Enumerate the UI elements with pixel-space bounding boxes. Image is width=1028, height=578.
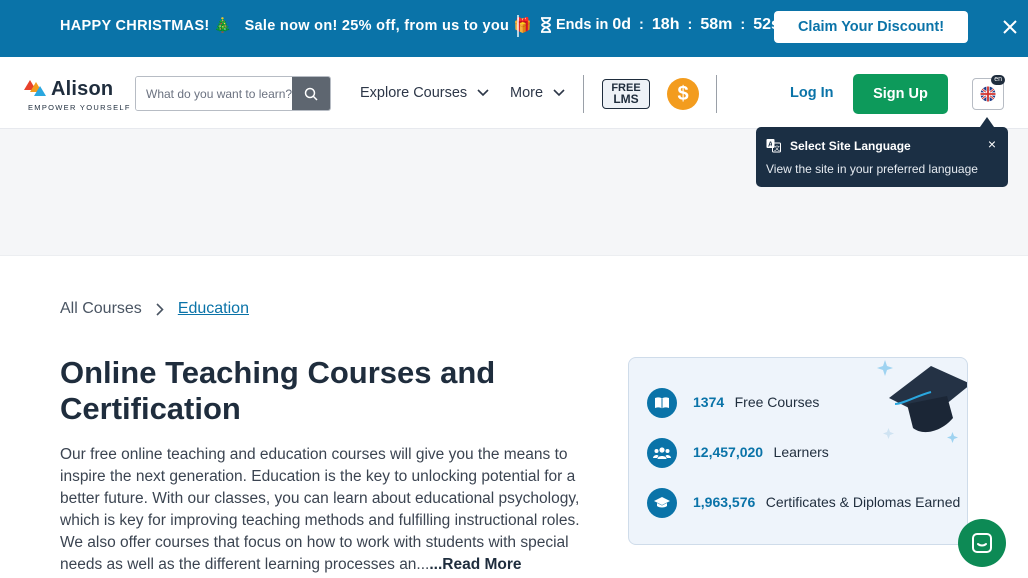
translate-icon: A 文 (766, 139, 781, 153)
search-button[interactable] (292, 77, 330, 110)
stat-certificates: 1,963,576 Certificates & Diplomas Earned (647, 488, 960, 518)
close-icon[interactable]: × (988, 136, 996, 152)
promo-message: HAPPY CHRISTMAS! 🎄 Sale now on! 25% off,… (60, 17, 532, 34)
stat-label: Learners (773, 444, 829, 460)
language-selector-button[interactable]: en (972, 75, 1005, 110)
logo-tagline: EMPOWER YOURSELF (28, 103, 131, 112)
stats-card: 1374 Free Courses 12,457,020 Learners 1,… (628, 357, 968, 545)
dollar-coin-icon[interactable]: $ (667, 78, 699, 110)
promo-sale-text: Sale now on! 25% off, from us to you 🎁 (244, 18, 532, 34)
explore-courses-menu[interactable]: Explore Courses (360, 85, 489, 101)
stat-value: 12,457,020 (693, 444, 764, 460)
free-lms-button[interactable]: FREE LMS (602, 79, 650, 109)
search-bar (135, 76, 331, 111)
stat-free-courses: 1374 Free Courses (647, 388, 819, 418)
stat-value: 1374 (693, 394, 725, 410)
read-more-link[interactable]: ...Read More (429, 556, 521, 573)
language-badge: en (991, 75, 1005, 85)
book-icon (647, 388, 677, 418)
description-text: Our free online teaching and education c… (60, 446, 580, 573)
breadcrumb-all-courses[interactable]: All Courses (60, 300, 142, 318)
chevron-down-icon (553, 89, 565, 97)
free-lms-line2: LMS (613, 92, 639, 106)
graduation-cap-illustration (877, 360, 967, 443)
language-tooltip-title: Select Site Language (790, 139, 911, 153)
logo-mark-icon (24, 80, 46, 96)
hourglass-icon (541, 17, 551, 33)
stat-label: Certificates & Diplomas Earned (765, 494, 961, 510)
search-input[interactable] (136, 77, 294, 110)
chat-launcher-button[interactable] (958, 519, 1006, 567)
chat-icon (972, 533, 992, 553)
chevron-right-icon (156, 302, 164, 316)
stat-label: Free Courses (734, 394, 820, 410)
timer-prefix: Ends in (556, 17, 609, 33)
promo-divider (517, 15, 519, 37)
close-icon[interactable] (1001, 18, 1019, 36)
breadcrumb: All Courses Education (60, 300, 249, 318)
category-description: Our free online teaching and education c… (60, 444, 605, 576)
signup-button[interactable]: Sign Up (853, 74, 948, 114)
claim-discount-button[interactable]: Claim Your Discount! (774, 11, 968, 43)
uk-flag-icon (980, 86, 996, 102)
promo-holiday-text: HAPPY CHRISTMAS! 🎄 (60, 18, 233, 34)
breadcrumb-education[interactable]: Education (178, 300, 249, 318)
nav-divider (583, 75, 584, 113)
timer-days: 0d (612, 16, 632, 33)
countdown-timer: Ends in 0d: 18h: 58m: 52s (540, 16, 780, 34)
svg-text:文: 文 (774, 145, 780, 153)
stat-value: 1,963,576 (693, 494, 756, 510)
logo-name: Alison (51, 78, 114, 100)
nav-divider (716, 75, 717, 113)
more-menu[interactable]: More (510, 85, 565, 101)
stat-learners: 12,457,020 Learners (647, 438, 829, 468)
timer-minutes: 58m (700, 16, 733, 33)
graduation-cap-icon (647, 488, 677, 518)
explore-courses-label: Explore Courses (360, 85, 468, 101)
promo-banner: HAPPY CHRISTMAS! 🎄 Sale now on! 25% off,… (0, 0, 1028, 57)
language-tooltip-subtitle: View the site in your preferred language (766, 162, 978, 176)
chevron-down-icon (477, 89, 489, 97)
login-link[interactable]: Log In (790, 85, 834, 101)
timer-hours: 18h (651, 16, 680, 33)
more-label: More (510, 85, 544, 101)
page-title: Online Teaching Courses and Certificatio… (60, 355, 496, 426)
language-tooltip: A 文 Select Site Language View the site i… (756, 117, 1008, 187)
search-icon (304, 87, 318, 101)
alison-logo[interactable]: Alison EMPOWER YOURSELF (24, 78, 129, 112)
site-header: Alison EMPOWER YOURSELF Explore Courses … (0, 57, 1028, 129)
users-icon (647, 438, 677, 468)
